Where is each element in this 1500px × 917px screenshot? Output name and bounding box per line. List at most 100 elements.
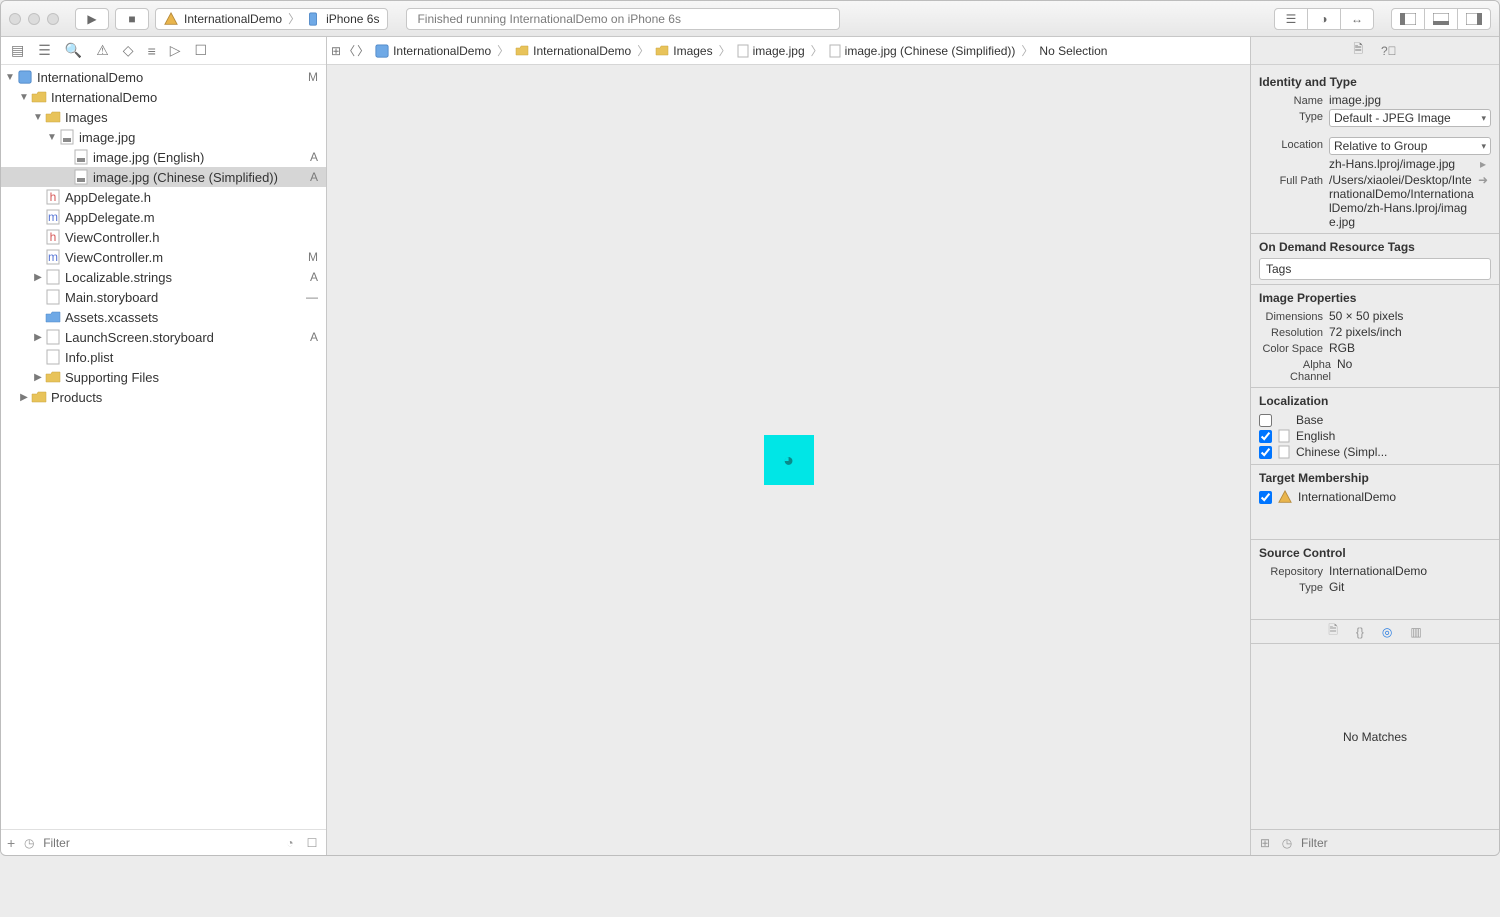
scope-icon[interactable]: ◷: [21, 835, 37, 851]
jumpbar-segment[interactable]: InternationalDemo: [371, 44, 495, 58]
run-button[interactable]: ▶: [75, 8, 109, 30]
stop-button[interactable]: ■: [115, 8, 149, 30]
jumpbar-segment[interactable]: InternationalDemo: [511, 44, 635, 58]
tree-row-images[interactable]: ▼ Images: [1, 107, 326, 127]
jump-bar[interactable]: ⊞ 〈 〉 InternationalDemo〉 InternationalDe…: [327, 37, 1250, 65]
assistant-editor-button[interactable]: ◑: [1307, 8, 1341, 30]
folder-icon: [515, 45, 529, 57]
editor-canvas[interactable]: ◕: [327, 65, 1250, 855]
scope-icon[interactable]: ◷: [1279, 835, 1295, 851]
inspector-tabs: 🗎 ?⃝: [1251, 37, 1499, 65]
localization-label: Chinese (Simpl...: [1296, 445, 1387, 459]
tree-row-vc-h[interactable]: h ViewController.h: [1, 227, 326, 247]
tree-row-assets[interactable]: Assets.xcassets: [1, 307, 326, 327]
disclosure-open-icon[interactable]: ▼: [47, 132, 57, 143]
project-tree[interactable]: ▼ InternationalDemo M ▼ InternationalDem…: [1, 65, 326, 829]
library-filter-bar: ⊞ ◷: [1251, 829, 1499, 855]
field-resolution: Resolution72 pixels/inch: [1259, 325, 1491, 339]
scm-icon[interactable]: ☐: [304, 835, 320, 851]
tree-row-vc-m[interactable]: m ViewController.m M: [1, 247, 326, 267]
disclosure-closed-icon[interactable]: ▶: [33, 332, 43, 343]
forward-icon[interactable]: 〉: [357, 42, 369, 59]
grid-icon[interactable]: ⊞: [1257, 835, 1273, 851]
localization-base-checkbox[interactable]: [1259, 414, 1272, 427]
odr-tags-input[interactable]: Tags: [1259, 258, 1491, 280]
localization-en-row[interactable]: English: [1259, 428, 1491, 444]
navigator-filter-input[interactable]: [43, 836, 276, 850]
object-library-icon[interactable]: ◎: [1382, 625, 1392, 639]
tree-row-appdelegate-m[interactable]: m AppDelegate.m: [1, 207, 326, 227]
code-snippet-icon[interactable]: {}: [1356, 625, 1364, 639]
library-filter-input[interactable]: [1301, 836, 1493, 850]
project-nav-icon[interactable]: ▤: [11, 42, 24, 59]
toggle-navigator-button[interactable]: [1391, 8, 1425, 30]
jumpbar-segment[interactable]: Images: [651, 44, 716, 58]
symbol-nav-icon[interactable]: ☰: [38, 42, 51, 59]
localization-zh-row[interactable]: Chinese (Simpl...: [1259, 444, 1491, 460]
reveal-in-finder-icon[interactable]: ➜: [1475, 173, 1491, 187]
tree-row-locstrings[interactable]: ▶ Localizable.strings A: [1, 267, 326, 287]
scheme-project-label: InternationalDemo: [184, 12, 282, 26]
media-library-icon[interactable]: ▥: [1410, 625, 1421, 639]
tree-row-products[interactable]: ▶ Products: [1, 387, 326, 407]
image-file-icon: [1278, 429, 1290, 443]
field-value: 50 × 50 pixels: [1329, 309, 1491, 323]
stop-icon: ■: [128, 12, 135, 26]
jumpbar-segment[interactable]: No Selection: [1035, 44, 1111, 58]
file-inspector-icon[interactable]: 🗎: [1353, 40, 1363, 61]
file-template-icon[interactable]: 🗎: [1328, 621, 1338, 642]
tree-row-launchsb[interactable]: ▶ LaunchScreen.storyboard A: [1, 327, 326, 347]
issue-nav-icon[interactable]: ⚠: [96, 42, 109, 59]
disclosure-open-icon[interactable]: ▼: [19, 92, 29, 103]
find-nav-icon[interactable]: 🔍: [65, 42, 82, 59]
tree-label: ViewController.m: [65, 250, 163, 265]
toggle-debug-button[interactable]: [1424, 8, 1458, 30]
tree-row-group[interactable]: ▼ InternationalDemo: [1, 87, 326, 107]
version-editor-button[interactable]: ↔: [1340, 8, 1374, 30]
disclosure-closed-icon[interactable]: ▶: [33, 372, 43, 383]
tree-row-image-zh[interactable]: image.jpg (Chinese (Simplified)) A: [1, 167, 326, 187]
quick-help-icon[interactable]: ?⃝: [1381, 44, 1397, 58]
recent-icon[interactable]: ◔: [282, 835, 298, 851]
disclosure-open-icon[interactable]: ▼: [33, 112, 43, 123]
target-checkbox[interactable]: [1259, 491, 1272, 504]
test-nav-icon[interactable]: ◇: [123, 42, 134, 59]
tree-row-appdelegate-h[interactable]: h AppDelegate.h: [1, 187, 326, 207]
localization-base-row[interactable]: Base: [1259, 412, 1491, 428]
minimize-window-icon[interactable]: [28, 13, 40, 25]
add-icon[interactable]: +: [7, 835, 15, 851]
toggle-inspector-button[interactable]: [1457, 8, 1491, 30]
type-select[interactable]: Default - JPEG Image▾: [1329, 109, 1491, 127]
report-nav-icon[interactable]: ☐: [195, 42, 208, 59]
related-items-icon[interactable]: ⊞: [331, 44, 341, 58]
close-window-icon[interactable]: [9, 13, 21, 25]
tree-row-support[interactable]: ▶ Supporting Files: [1, 367, 326, 387]
svg-text:h: h: [50, 230, 57, 244]
disclosure-closed-icon[interactable]: ▶: [19, 392, 29, 403]
tree-row-image-en[interactable]: image.jpg (English) A: [1, 147, 326, 167]
disclosure-closed-icon[interactable]: ▶: [33, 272, 43, 283]
zoom-window-icon[interactable]: [47, 13, 59, 25]
localization-en-checkbox[interactable]: [1259, 430, 1272, 443]
back-icon[interactable]: 〈: [343, 42, 355, 59]
jumpbar-segment[interactable]: image.jpg: [733, 44, 809, 58]
jumpbar-segment[interactable]: image.jpg (Chinese (Simplified)): [825, 44, 1020, 58]
breakpoint-nav-icon[interactable]: ▷: [170, 42, 181, 59]
tree-row-imagejpg[interactable]: ▼ image.jpg: [1, 127, 326, 147]
disclosure-open-icon[interactable]: ▼: [5, 72, 15, 83]
localization-zh-checkbox[interactable]: [1259, 446, 1272, 459]
tree-row-project[interactable]: ▼ InternationalDemo M: [1, 67, 326, 87]
choose-path-icon[interactable]: ▸: [1475, 157, 1491, 171]
tree-label: Images: [65, 110, 108, 125]
debug-nav-icon[interactable]: ≡: [148, 43, 156, 59]
scheme-selector[interactable]: InternationalDemo 〉 iPhone 6s: [155, 8, 388, 30]
activity-status[interactable]: Finished running InternationalDemo on iP…: [406, 8, 839, 30]
image-file-icon: [1278, 445, 1290, 459]
location-select[interactable]: Relative to Group▾: [1329, 137, 1491, 155]
target-row[interactable]: InternationalDemo: [1259, 489, 1491, 505]
standard-editor-button[interactable]: ☰: [1274, 8, 1308, 30]
field-value[interactable]: image.jpg: [1329, 93, 1491, 107]
tree-row-info[interactable]: Info.plist: [1, 347, 326, 367]
lines-icon: ☰: [1286, 12, 1297, 26]
tree-row-mainsb[interactable]: Main.storyboard —: [1, 287, 326, 307]
